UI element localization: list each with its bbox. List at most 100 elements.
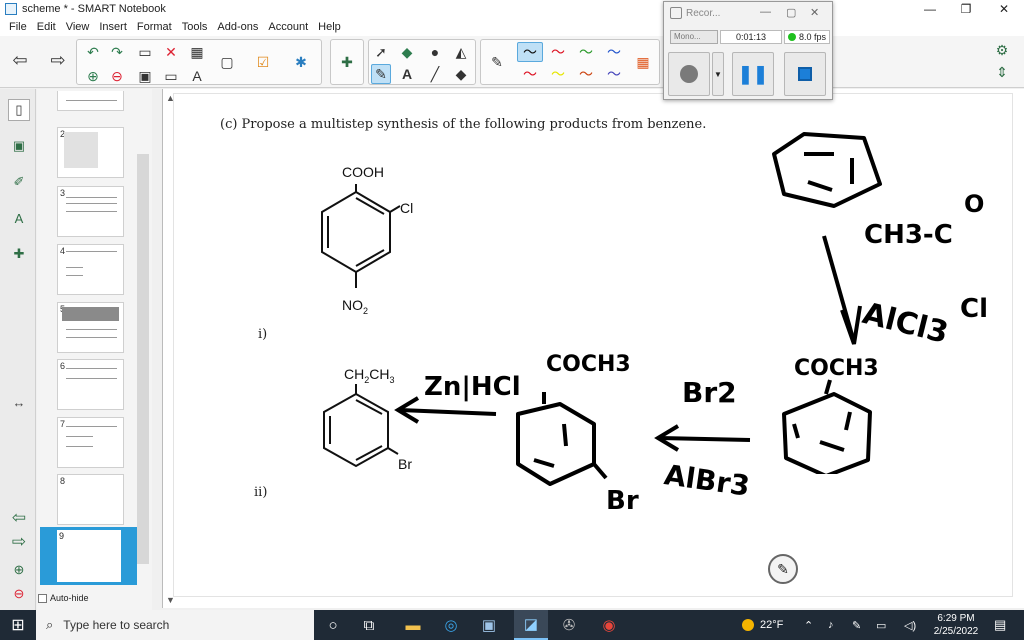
page-thumbnail[interactable]: 5 bbox=[57, 302, 124, 353]
toolbar-swap-icon[interactable]: ⇕ bbox=[992, 62, 1012, 82]
next-page-icon[interactable]: ⇨ bbox=[48, 50, 68, 70]
clock-time: 6:29 PM bbox=[937, 613, 975, 624]
paint-bucket-icon[interactable]: ◭ bbox=[451, 42, 471, 62]
menu-insert[interactable]: Insert bbox=[94, 21, 132, 33]
pen-style-black[interactable]: 〜 bbox=[517, 42, 543, 62]
resize-sidebar-icon[interactable]: ↔ bbox=[8, 391, 30, 413]
microphone-icon[interactable]: ♪ bbox=[828, 610, 834, 640]
gallery-icon[interactable]: ▣ bbox=[8, 135, 30, 157]
redo-icon[interactable]: ↷ bbox=[107, 42, 127, 62]
recorder-taskbar-icon[interactable]: ✇ bbox=[552, 610, 586, 640]
delete-icon[interactable]: ✕ bbox=[161, 42, 181, 62]
pause-button[interactable]: ❚❚ bbox=[732, 52, 774, 96]
windows-start-icon[interactable]: ⊞ bbox=[0, 610, 36, 640]
taskbar-search[interactable]: ⌕ Type here to search bbox=[36, 610, 314, 640]
smart-notebook-taskbar-icon[interactable]: ◪ bbox=[514, 610, 548, 640]
menu-format[interactable]: Format bbox=[132, 21, 177, 33]
menu-addons[interactable]: Add-ons bbox=[212, 21, 263, 33]
eraser-icon[interactable]: ◆ bbox=[451, 64, 471, 84]
addons-tab-icon[interactable]: ✚ bbox=[8, 243, 30, 265]
pen-style-green[interactable]: 〜 bbox=[573, 42, 599, 62]
page-thumbnail[interactable]: 2 bbox=[57, 127, 124, 178]
sidebar-delete-page-icon[interactable]: ⊖ bbox=[8, 583, 30, 605]
settings-gear-icon[interactable]: ⚙ bbox=[992, 40, 1012, 60]
page-thumbnail[interactable]: 3 bbox=[57, 186, 124, 237]
page-thumbnail[interactable]: 6 bbox=[57, 359, 124, 410]
puzzle-icon[interactable]: ✚ bbox=[337, 52, 357, 72]
menu-help[interactable]: Help bbox=[313, 21, 346, 33]
addon-icon[interactable]: ✱ bbox=[291, 52, 311, 72]
pen-style-dashed[interactable]: 〜 bbox=[573, 64, 599, 84]
maximize-button[interactable]: ❐ bbox=[948, 0, 984, 18]
autohide-checkbox[interactable] bbox=[38, 593, 47, 603]
page-sorter-icon[interactable]: ▯ bbox=[8, 99, 30, 121]
shape-icon[interactable]: ◆ bbox=[397, 42, 417, 62]
pen-style-red[interactable]: 〜 bbox=[545, 42, 571, 62]
page-thumbnail-active[interactable]: 9 bbox=[40, 527, 137, 585]
weather-widget[interactable]: 22°F bbox=[742, 610, 783, 640]
whiteboard-canvas[interactable]: ▲ ▼ (c) Propose a multistep synthesis of… bbox=[162, 89, 1024, 608]
attachments-icon[interactable]: ✐ bbox=[8, 171, 30, 193]
record-button[interactable] bbox=[668, 52, 710, 96]
select-arrow-icon[interactable]: ➚ bbox=[371, 42, 391, 62]
pen-tray-icon[interactable]: ✎ bbox=[852, 610, 861, 640]
previous-page-icon[interactable]: ⇦ bbox=[10, 50, 30, 70]
recorder-maximize-button[interactable]: ▢ bbox=[786, 6, 796, 19]
pen-style-blue[interactable]: 〜 bbox=[601, 42, 627, 62]
menu-tools[interactable]: Tools bbox=[177, 21, 213, 33]
page-thumbnail[interactable]: 7 bbox=[57, 417, 124, 468]
taskbar-clock[interactable]: 6:29 PM 2/25/2022 bbox=[925, 612, 987, 638]
menu-account[interactable]: Account bbox=[263, 21, 313, 33]
pen-icon[interactable]: ✎ bbox=[487, 52, 507, 72]
insert-page-icon[interactable]: ⊕ bbox=[83, 66, 103, 86]
pen-tool-icon[interactable]: ✎ bbox=[371, 64, 391, 84]
menu-edit[interactable]: Edit bbox=[32, 21, 61, 33]
recorder-close-button[interactable]: ✕ bbox=[810, 6, 819, 19]
menu-view[interactable]: View bbox=[61, 21, 95, 33]
sidebar-prev-page-icon[interactable]: ⇦ bbox=[8, 507, 30, 529]
network-icon[interactable]: ▭ bbox=[876, 610, 886, 640]
show-hidden-icons[interactable]: ⌃ bbox=[804, 610, 813, 640]
handwriting-chloride: Cl bbox=[960, 294, 988, 324]
pen-style-magenta[interactable]: 〜 bbox=[517, 64, 543, 84]
file-explorer-icon[interactable]: ▬ bbox=[396, 610, 430, 640]
record-options-dropdown[interactable]: ▼ bbox=[712, 52, 724, 96]
document-camera-icon[interactable]: ▭ bbox=[161, 66, 181, 86]
pen-cursor-icon[interactable]: ✎ bbox=[768, 554, 798, 584]
page-thumbnail[interactable]: 8 bbox=[57, 474, 124, 525]
stop-button[interactable] bbox=[784, 52, 826, 96]
fill-icon[interactable]: ● bbox=[425, 42, 445, 62]
store-icon[interactable]: ▣ bbox=[472, 610, 506, 640]
edge-icon[interactable]: ◎ bbox=[434, 610, 468, 640]
sidebar-next-page-icon[interactable]: ⇨ bbox=[8, 531, 30, 553]
pen-style-purple[interactable]: 〜 bbox=[601, 64, 627, 84]
undo-icon[interactable]: ↶ bbox=[83, 42, 103, 62]
recorder-mode-select[interactable]: Mono... bbox=[670, 30, 718, 44]
save-icon[interactable]: ▣ bbox=[135, 66, 155, 86]
recorder-minimize-button[interactable]: — bbox=[760, 6, 771, 18]
sidebar-add-page-icon[interactable]: ⊕ bbox=[8, 559, 30, 581]
close-button[interactable]: ✕ bbox=[986, 0, 1022, 18]
volume-icon[interactable]: ◁) bbox=[904, 610, 916, 640]
text-tool-icon[interactable]: A bbox=[187, 66, 207, 86]
color-palette-icon[interactable]: ▦ bbox=[633, 52, 653, 72]
chrome-icon[interactable]: ◉ bbox=[592, 610, 626, 640]
page-thumbnail[interactable] bbox=[57, 91, 124, 111]
autohide-toggle[interactable]: Auto-hide bbox=[38, 593, 89, 603]
minimize-button[interactable]: — bbox=[912, 0, 948, 18]
text-a-icon[interactable]: A bbox=[397, 64, 417, 84]
notifications-icon[interactable]: ▤ bbox=[994, 610, 1006, 640]
page-thumbnail[interactable]: 4 bbox=[57, 244, 124, 295]
properties-icon[interactable]: A bbox=[8, 207, 30, 229]
sorter-scrollbar[interactable] bbox=[137, 154, 149, 564]
cortana-icon[interactable]: ○ bbox=[316, 610, 350, 640]
check-icon[interactable]: ☑ bbox=[253, 52, 273, 72]
screen-shade-icon[interactable]: ▢ bbox=[217, 52, 237, 72]
delete-page-icon[interactable]: ⊖ bbox=[107, 66, 127, 86]
line-icon[interactable]: ╱ bbox=[425, 64, 445, 84]
table-icon[interactable]: ▦ bbox=[187, 42, 207, 62]
task-view-icon[interactable]: ⧉ bbox=[352, 610, 386, 640]
open-file-icon[interactable]: ▭ bbox=[135, 42, 155, 62]
pen-style-yellow[interactable]: 〜 bbox=[545, 64, 571, 84]
menu-file[interactable]: File bbox=[4, 21, 32, 33]
